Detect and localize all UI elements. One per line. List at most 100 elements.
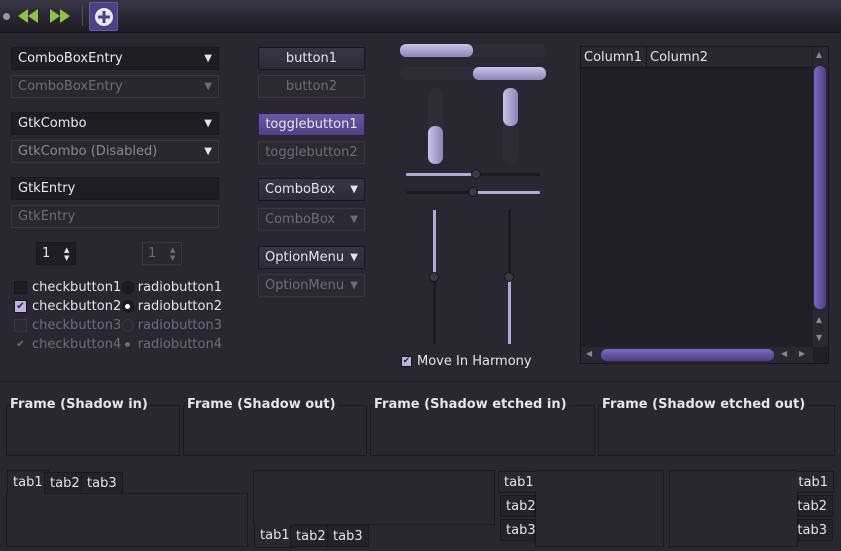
spinbutton-value[interactable]: 1 [36, 242, 76, 265]
scroll-right-icon[interactable]: ▶ [799, 349, 805, 358]
move-in-harmony-checkbox[interactable]: ✔ Move In Harmony [401, 352, 532, 370]
checkbutton-group: checkbutton1 ✔ checkbutton2 checkbutton3 … [14, 278, 124, 353]
horizontal-separator [0, 381, 841, 382]
vscale-fill-2 [508, 278, 511, 344]
treeview[interactable] [580, 46, 829, 364]
checkbox-box[interactable] [14, 280, 27, 294]
column2-header[interactable]: Column2 [647, 47, 708, 67]
dropdown-arrow-icon[interactable]: ▼ [350, 184, 358, 195]
gtkcombo-enabled-text: GtkCombo [18, 116, 87, 131]
comboboxentry-disabled: ComboBoxEntry ▼ [11, 75, 219, 98]
dropdown-arrow-icon[interactable]: ▼ [204, 53, 212, 64]
column1-header[interactable]: Column1 [581, 47, 647, 67]
vscale-knob-1[interactable] [429, 272, 439, 282]
gtkentry-enabled[interactable]: GtkEntry [11, 177, 219, 200]
button2: button2 [258, 75, 365, 98]
spinbutton-disabled: 1 ▲ ▼ [142, 242, 182, 265]
move-in-harmony-label: Move In Harmony [417, 353, 532, 369]
checkbutton1[interactable]: checkbutton1 [14, 278, 124, 296]
frame-shadow-etched-out-title: Frame (Shadow etched out) [602, 397, 808, 412]
checkbutton2[interactable]: ✔ checkbutton2 [14, 297, 124, 315]
tab-bottom-3[interactable]: tab3 [327, 525, 369, 547]
scroll-up-icon[interactable]: ▲ [816, 50, 822, 59]
tab-left-1[interactable]: tab1 [498, 471, 536, 493]
gtkentry-enabled-text: GtkEntry [18, 181, 76, 196]
vscale-fill-1 [433, 210, 436, 276]
comboboxentry-enabled[interactable]: ComboBoxEntry ▼ [11, 47, 219, 70]
tab-bottom-2[interactable]: tab2 [290, 525, 332, 547]
checkbutton3: checkbutton3 [14, 316, 124, 334]
vscale-knob-2[interactable] [504, 272, 514, 282]
radiobutton1-label: radiobutton1 [137, 279, 222, 295]
hscale-knob-1[interactable] [471, 169, 481, 179]
hscrollbar-thumb-2[interactable] [473, 67, 546, 80]
button1[interactable]: button1 [258, 47, 365, 70]
scroll-down-icon[interactable]: ▼ [816, 333, 822, 342]
dropdown-arrow-icon: ▼ [204, 146, 212, 157]
notebook-right-panel [669, 470, 798, 547]
gtkentry-disabled-text: GtkEntry [18, 209, 76, 224]
tree-hscrollbar-thumb[interactable] [601, 349, 774, 361]
radio-dot-icon [122, 338, 134, 351]
gtkcombo-enabled[interactable]: GtkCombo ▼ [11, 112, 219, 135]
togglebutton2: togglebutton2 [258, 141, 365, 164]
tab-right-2[interactable]: tab2 [797, 495, 833, 517]
tab-top-2[interactable]: tab2 [44, 472, 86, 494]
dropdown-arrow-icon[interactable]: ▼ [350, 252, 358, 263]
treeview-header: Column1 Column2 [581, 47, 812, 68]
gtkcombo-disabled: GtkCombo (Disabled) ▼ [11, 140, 219, 163]
scroll-left-icon[interactable]: ◀ [781, 349, 787, 358]
radiobutton4: radiobutton4 [122, 335, 222, 353]
forward-button[interactable] [45, 2, 75, 30]
checkbutton2-label: checkbutton2 [32, 298, 122, 314]
combobox-disabled-text: ComboBox [265, 212, 336, 227]
optionmenu-disabled: OptionMenu ▼ [258, 274, 365, 297]
radiobutton1[interactable]: radiobutton1 [122, 278, 222, 296]
dropdown-arrow-icon[interactable]: ▼ [204, 118, 212, 129]
radiobutton3-label: radiobutton3 [137, 317, 222, 333]
radiobutton2[interactable]: radiobutton2 [122, 297, 222, 315]
checkbox-checked-icon[interactable]: ✔ [401, 355, 412, 367]
checkbutton3-label: checkbutton3 [32, 317, 122, 333]
vscrollbar-thumb-1[interactable] [428, 126, 443, 164]
tab-top-1[interactable]: tab1 [7, 470, 49, 494]
radio-circle[interactable] [122, 280, 134, 294]
hscale-fill-2 [476, 191, 540, 194]
tab-left-3[interactable]: tab3 [500, 519, 536, 541]
optionmenu-enabled[interactable]: OptionMenu ▼ [258, 246, 365, 269]
tab-right-3[interactable]: tab3 [797, 519, 833, 541]
spinbutton-enabled[interactable]: 1 ▲ ▼ [36, 242, 76, 265]
notebook-left-panel [535, 470, 664, 547]
back-icon [18, 9, 38, 23]
checkbox-checked-icon[interactable]: ✔ [14, 299, 27, 313]
back-button[interactable] [13, 2, 43, 30]
hscrollbar-thumb-1[interactable] [400, 44, 473, 57]
gtkentry-disabled: GtkEntry [11, 205, 219, 228]
checkbutton4: ✔ checkbutton4 [14, 335, 124, 353]
togglebutton1[interactable]: togglebutton1 [258, 113, 365, 136]
hscale-knob-2[interactable] [468, 187, 478, 197]
dropdown-arrow-icon: ▼ [350, 280, 358, 291]
frame-shadow-out-title: Frame (Shadow out) [187, 397, 338, 412]
radio-selected-icon[interactable] [122, 299, 134, 313]
gtkcombo-disabled-text: GtkCombo (Disabled) [18, 144, 158, 159]
comboboxentry-enabled-text: ComboBoxEntry [18, 51, 123, 66]
combobox-enabled[interactable]: ComboBox ▼ [258, 178, 365, 201]
vscrollbar-thumb-2[interactable] [503, 88, 518, 126]
tab-right-1[interactable]: tab1 [797, 471, 834, 493]
toolbar-grip-icon[interactable] [3, 13, 10, 20]
tree-vscrollbar-thumb[interactable] [814, 66, 826, 309]
frame-shadow-in [6, 405, 180, 456]
combobox-enabled-text: ComboBox [265, 182, 336, 197]
scroll-up-icon[interactable]: ▲ [816, 315, 822, 324]
radiobutton4-label: radiobutton4 [137, 336, 222, 352]
frame-shadow-etched-in-title: Frame (Shadow etched in) [374, 397, 569, 412]
add-button[interactable] [89, 2, 118, 31]
checkmark-icon: ✔ [16, 338, 25, 350]
tab-top-3[interactable]: tab3 [81, 472, 123, 494]
checkbutton4-label: checkbutton4 [32, 336, 122, 352]
spin-arrows-icon[interactable]: ▲ ▼ [64, 246, 69, 262]
optionmenu-disabled-text: OptionMenu [265, 278, 345, 293]
scroll-left-icon[interactable]: ◀ [586, 349, 592, 358]
tab-left-2[interactable]: tab2 [500, 495, 536, 517]
